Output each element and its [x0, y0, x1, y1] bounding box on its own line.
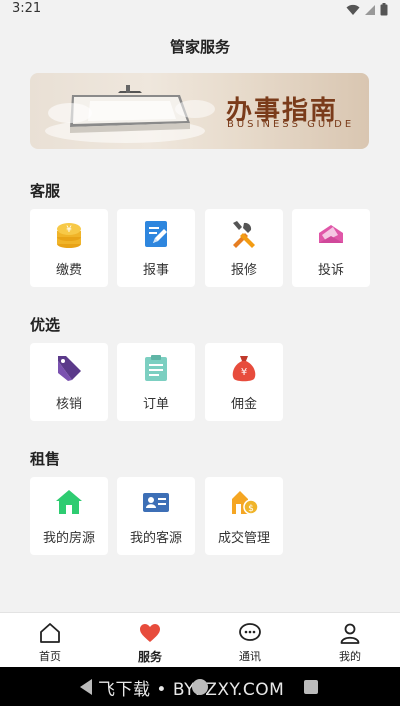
user-icon	[340, 623, 360, 644]
tab-service[interactable]: 服务	[100, 613, 200, 668]
home-icon	[40, 623, 60, 643]
edit-note-icon	[145, 221, 167, 247]
coins-icon: ¥	[57, 223, 81, 248]
svg-text:¥: ¥	[66, 225, 72, 235]
my-clients-label: 我的客源	[129, 531, 182, 546]
tab-messages[interactable]: 通讯	[200, 613, 300, 668]
business-guide-banner[interactable]: 办事指南 BUSINESS GUIDE	[30, 73, 369, 149]
report-button[interactable]: 报事	[117, 209, 195, 287]
my-clients-button[interactable]: 我的客源	[117, 477, 195, 555]
repair-label: 报修	[230, 263, 257, 278]
id-card-icon	[143, 493, 169, 512]
clipboard-icon	[145, 355, 167, 381]
home-circle-icon[interactable]	[192, 679, 208, 695]
tab-service-label: 服务	[137, 650, 162, 664]
complaint-button[interactable]: 投诉	[292, 209, 370, 287]
section-title-service: 客服	[30, 182, 61, 200]
heart-icon	[140, 624, 160, 642]
money-bag-icon: ¥	[232, 356, 256, 382]
chat-icon	[239, 623, 261, 641]
banner-title-en: BUSINESS GUIDE	[227, 119, 355, 130]
payment-button[interactable]: ¥ 缴费	[30, 209, 108, 287]
book-illustration	[45, 85, 215, 143]
deal-management-button[interactable]: $ 成交管理	[205, 477, 283, 555]
repair-button[interactable]: 报修	[205, 209, 283, 287]
my-listings-label: 我的房源	[42, 531, 95, 546]
house-icon	[56, 490, 82, 514]
report-label: 报事	[142, 263, 169, 278]
orders-button[interactable]: 订单	[117, 343, 195, 421]
section-title-rental: 租售	[30, 450, 61, 468]
tag-icon	[58, 356, 81, 381]
tab-home[interactable]: 首页	[0, 613, 100, 668]
status-bar: 3:21	[0, 0, 400, 20]
commission-label: 佣金	[230, 397, 257, 412]
my-listings-button[interactable]: 我的房源	[30, 477, 108, 555]
tab-messages-label: 通讯	[239, 650, 261, 663]
payment-label: 缴费	[55, 263, 82, 278]
commission-button[interactable]: ¥ 佣金	[205, 343, 283, 421]
deal-icon: $	[232, 491, 259, 515]
deal-management-label: 成交管理	[217, 531, 270, 546]
status-icons	[346, 3, 388, 16]
svg-text:¥: ¥	[241, 367, 247, 378]
tab-profile[interactable]: 我的	[300, 613, 400, 668]
page-title: 管家服务	[169, 38, 230, 56]
envelope-icon	[319, 225, 343, 243]
wifi-icon	[346, 4, 360, 15]
recent-apps-icon[interactable]	[304, 680, 318, 694]
battery-icon	[380, 3, 388, 16]
svg-text:$: $	[248, 504, 254, 514]
bottom-tab-bar: 首页 服务 通讯 我的	[0, 612, 400, 667]
tab-home-label: 首页	[39, 650, 61, 663]
verify-label: 核销	[55, 397, 82, 412]
signal-icon	[365, 4, 375, 15]
status-time: 3:21	[12, 1, 42, 16]
tab-profile-label: 我的	[339, 650, 361, 663]
verify-button[interactable]: 核销	[30, 343, 108, 421]
orders-label: 订单	[142, 397, 169, 412]
section-title-selection: 优选	[30, 316, 61, 334]
back-icon[interactable]	[80, 679, 92, 695]
system-nav-bar: 飞下载 • BYFZXY.COM	[0, 667, 400, 706]
complaint-label: 投诉	[317, 263, 344, 278]
tools-icon	[233, 221, 255, 248]
